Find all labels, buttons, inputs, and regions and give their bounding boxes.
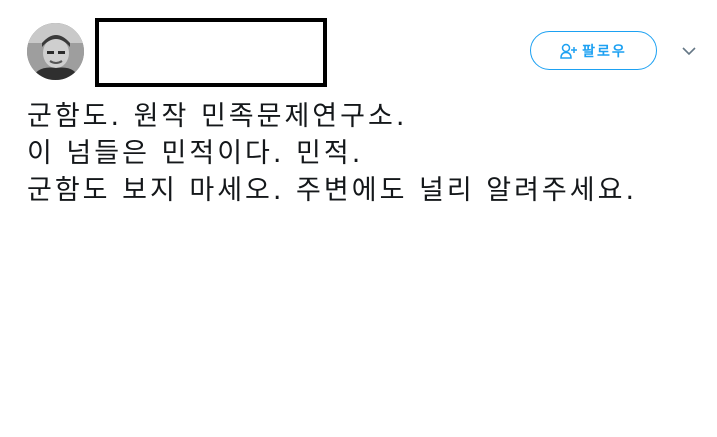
follow-button-label: 팔로우 [582,43,627,60]
avatar-image [27,23,84,80]
chevron-down-icon [682,41,696,60]
more-options-caret[interactable] [680,43,698,57]
tweet-text: 군함도. 원작 민족문제연구소. 이 넘들은 민적이다. 민적. 군함도 보지 … [27,101,638,206]
redacted-display-name [95,18,327,87]
follow-button[interactable]: 팔로우 [530,31,657,70]
person-plus-icon [560,43,578,59]
avatar[interactable] [27,23,84,80]
tweet-card: 팔로우 군함도. 원작 민족문제연구소. 이 넘들은 민적이다. 민적. 군함도… [0,0,717,437]
